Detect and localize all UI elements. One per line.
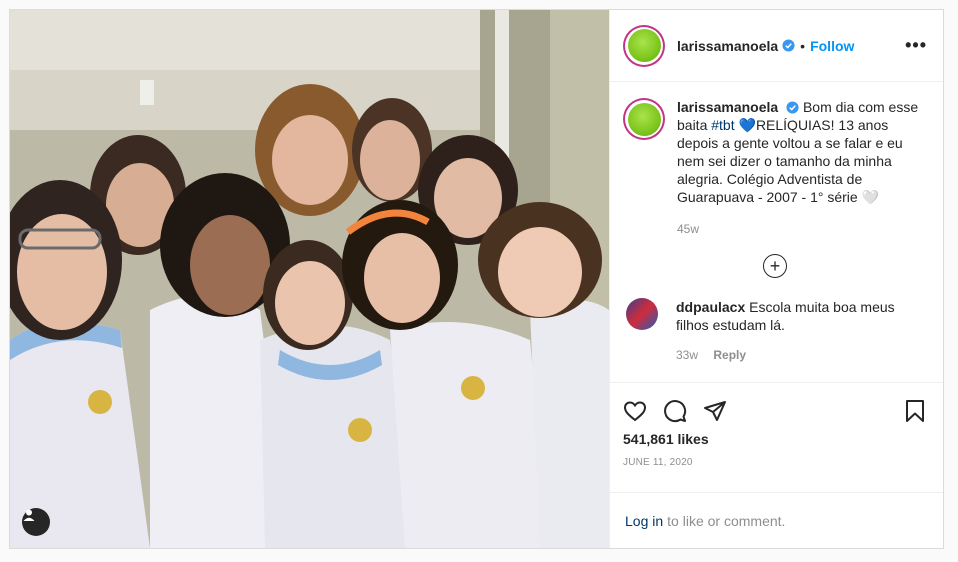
comment-icon[interactable]	[663, 399, 687, 423]
post-header: larissamanoela • Follow •••	[610, 10, 943, 82]
caption-text: larissamanoela Bom dia com esse baita #t…	[677, 98, 927, 206]
verified-badge-icon	[782, 39, 795, 52]
login-prompt: Log in to like or comment.	[610, 492, 943, 548]
caption-username[interactable]: larissamanoela	[677, 99, 778, 115]
caption: larissamanoela Bom dia com esse baita #t…	[623, 98, 927, 236]
comment-text: ddpaulacx Escola muita boa meus filhos e…	[676, 298, 927, 334]
author-avatar[interactable]	[623, 24, 665, 67]
plus-circle-icon[interactable]: +	[763, 254, 787, 278]
user-tag-icon[interactable]	[22, 508, 50, 536]
hashtag-link[interactable]: #tbt	[711, 117, 734, 133]
follow-button[interactable]: Follow	[810, 38, 854, 54]
post-photo[interactable]	[10, 10, 609, 548]
reply-button[interactable]: Reply	[713, 348, 746, 362]
comment-item: ddpaulacx Escola muita boa meus filhos e…	[623, 298, 927, 362]
commenter-avatar[interactable]	[626, 298, 658, 330]
comment-meta: 33w Reply	[676, 348, 927, 362]
caption-heart: 💙	[738, 117, 756, 133]
login-text: to like or comment.	[667, 512, 786, 529]
load-more-comments[interactable]: +	[623, 254, 927, 278]
heart-icon[interactable]	[623, 399, 647, 423]
post-sidebar: larissamanoela • Follow ••• larissamanoe…	[609, 10, 943, 548]
verified-badge-icon	[786, 101, 799, 114]
post-card: larissamanoela • Follow ••• larissamanoe…	[9, 9, 944, 549]
share-icon[interactable]	[703, 399, 727, 423]
post-date[interactable]: JUNE 11, 2020	[623, 457, 927, 468]
author-username[interactable]: larissamanoela	[677, 38, 778, 54]
commenter-username[interactable]: ddpaulacx	[676, 299, 745, 315]
more-options-icon[interactable]: •••	[905, 35, 927, 56]
caption-timestamp[interactable]: 45w	[677, 222, 927, 236]
login-link[interactable]: Log in	[625, 513, 663, 529]
comment-timestamp[interactable]: 33w	[676, 348, 698, 362]
comments-section: larissamanoela Bom dia com esse baita #t…	[610, 82, 943, 382]
action-icons	[623, 391, 927, 431]
group-photo-illustration	[10, 10, 609, 548]
post-actions: 541,861 likes JUNE 11, 2020	[610, 382, 943, 492]
bookmark-icon[interactable]	[903, 399, 927, 423]
separator-dot: •	[800, 37, 806, 54]
likes-count[interactable]: 541,861 likes	[623, 431, 927, 447]
caption-author-avatar[interactable]	[623, 98, 665, 140]
